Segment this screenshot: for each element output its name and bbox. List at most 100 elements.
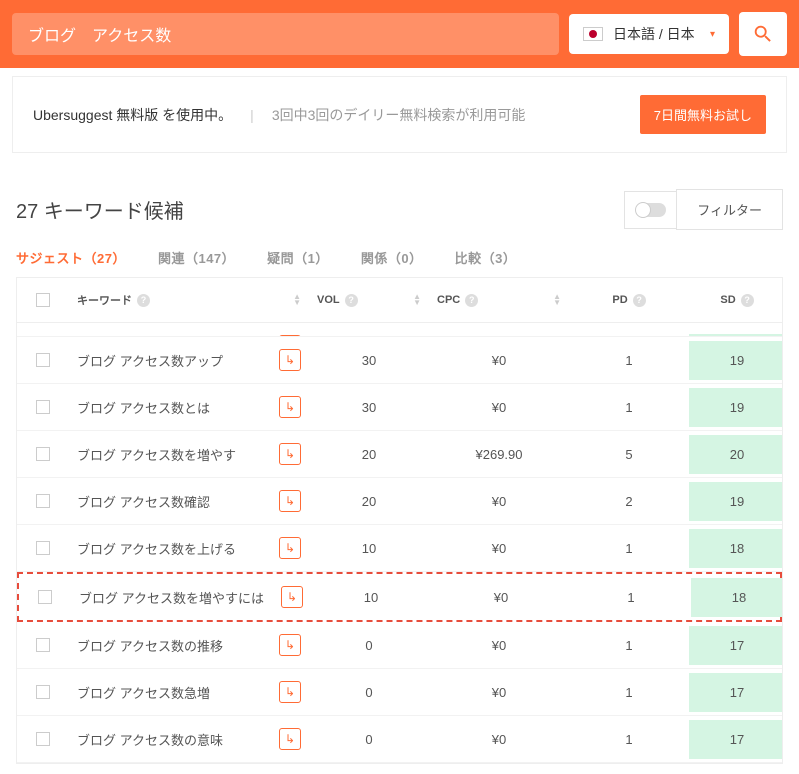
cell-pd: 1 <box>569 529 689 568</box>
row-checkbox[interactable] <box>36 541 50 555</box>
cell-keyword: ブログ アクセス数確認↳ <box>69 478 309 524</box>
row-checkbox[interactable] <box>36 494 50 508</box>
cell-vol: 30 <box>309 388 429 427</box>
cell-vol: 30 <box>309 341 429 380</box>
cell-pd: 5 <box>569 435 689 474</box>
table-row: ブログ アクセス数を増やす↳20¥269.90520 <box>17 431 782 478</box>
row-checkbox[interactable] <box>36 447 50 461</box>
divider: | <box>250 107 254 123</box>
cell-cpc: ¥0 <box>429 673 569 712</box>
keyword-search-input[interactable] <box>12 13 559 55</box>
japan-flag-icon <box>583 27 603 41</box>
cell-sd: 17 <box>689 673 782 712</box>
language-label: 日本語 / 日本 <box>613 24 695 44</box>
cell-sd: 18 <box>691 578 782 617</box>
cell-vol: 20 <box>309 435 429 474</box>
cell-pd: 1 <box>569 626 689 665</box>
cell-keyword: ブログ アクセス数を上げる↳ <box>69 525 309 571</box>
keyword-tabs: サジェスト（27）関連（147）疑問（1）関係（0）比較（3） <box>16 248 783 267</box>
expand-icon[interactable]: ↳ <box>279 490 301 512</box>
sort-icon: ▲▼ <box>293 294 301 306</box>
cell-sd: 18 <box>689 529 782 568</box>
select-all-checkbox[interactable] <box>36 293 50 307</box>
tab[interactable]: 関係（0） <box>361 248 451 267</box>
sort-icon: ▲▼ <box>413 294 421 306</box>
cell-sd: 19 <box>689 482 782 521</box>
cell-sd: 20 <box>689 435 782 474</box>
col-cpc[interactable]: CPC ? ▲▼ <box>429 280 569 321</box>
cell-pd: 1 <box>569 388 689 427</box>
tab[interactable]: 比較（3） <box>455 248 545 267</box>
expand-icon[interactable]: ↳ <box>279 681 301 703</box>
help-icon: ? <box>465 294 478 307</box>
product-status: Ubersuggest 無料版 を使用中。 <box>33 105 232 125</box>
cell-vol: 20 <box>309 482 429 521</box>
search-icon <box>752 23 774 45</box>
table-row: ブログ アクセス数急増↳0¥0117 <box>17 669 782 716</box>
row-checkbox[interactable] <box>36 732 50 746</box>
cell-cpc: ¥269.90 <box>429 435 569 474</box>
cell-pd: 2 <box>569 482 689 521</box>
col-keyword[interactable]: キーワード ? ▲▼ <box>69 278 309 322</box>
trial-button[interactable]: 7日間無料お試し <box>640 95 766 134</box>
cell-keyword: ブログ アクセス数を増やすには↳ <box>71 574 311 620</box>
cell-pd: 1 <box>569 673 689 712</box>
tab[interactable]: 関連（147） <box>158 248 263 267</box>
tab[interactable]: 疑問（1） <box>267 248 357 267</box>
search-button[interactable] <box>739 12 787 56</box>
row-checkbox[interactable] <box>36 685 50 699</box>
cell-sd: 19 <box>689 388 782 427</box>
usage-status: 3回中3回のデイリー無料検索が利用可能 <box>272 105 526 125</box>
cell-sd: 19 <box>689 341 782 380</box>
row-checkbox[interactable] <box>36 400 50 414</box>
cell-pd: 1 <box>569 341 689 380</box>
expand-icon[interactable]: ↳ <box>279 728 301 750</box>
cell-vol: 10 <box>309 529 429 568</box>
expand-icon[interactable]: ↳ <box>279 349 301 371</box>
col-pd[interactable]: PD ? <box>569 280 689 321</box>
page-title: 27 キーワード候補 <box>16 195 184 224</box>
cell-vol: 0 <box>309 720 429 759</box>
cell-cpc: ¥0 <box>429 626 569 665</box>
help-icon: ? <box>633 294 646 307</box>
cell-keyword: ブログ アクセス数の意味↳ <box>69 716 309 762</box>
cell-sd: 17 <box>689 626 782 665</box>
cell-keyword: ブログ アクセス数アップ↳ <box>69 337 309 383</box>
cell-cpc: ¥0 <box>431 578 571 617</box>
cell-vol: 10 <box>311 578 431 617</box>
table-row: ↳ <box>17 323 782 337</box>
table-header: キーワード ? ▲▼ VOL ? ▲▼ CPC ? ▲▼ PD ? SD ? <box>17 278 782 323</box>
table-row: ブログ アクセス数を上げる↳10¥0118 <box>17 525 782 572</box>
expand-icon[interactable]: ↳ <box>281 586 303 608</box>
cell-vol: 0 <box>309 673 429 712</box>
help-icon: ? <box>137 294 150 307</box>
col-vol[interactable]: VOL ? ▲▼ <box>309 280 429 321</box>
results-toggle[interactable] <box>624 191 676 229</box>
cell-keyword: ブログ アクセス数急増↳ <box>69 669 309 715</box>
row-checkbox[interactable] <box>36 353 50 367</box>
language-select[interactable]: 日本語 / 日本 ▾ <box>569 14 729 54</box>
cell-pd: 1 <box>569 720 689 759</box>
cell-cpc: ¥0 <box>429 529 569 568</box>
filter-button[interactable]: フィルター <box>676 189 783 230</box>
help-icon: ? <box>741 294 754 307</box>
expand-icon[interactable]: ↳ <box>279 634 301 656</box>
cell-cpc: ¥0 <box>429 482 569 521</box>
row-checkbox[interactable] <box>38 590 52 604</box>
cell-cpc: ¥0 <box>429 341 569 380</box>
help-icon: ? <box>345 294 358 307</box>
table-row: ブログ アクセス数の意味↳0¥0117 <box>17 716 782 763</box>
keyword-table: キーワード ? ▲▼ VOL ? ▲▼ CPC ? ▲▼ PD ? SD ? <box>16 277 783 764</box>
cell-cpc: ¥0 <box>429 720 569 759</box>
cell-keyword: ブログ アクセス数とは↳ <box>69 384 309 430</box>
search-bar: 日本語 / 日本 ▾ <box>0 0 799 68</box>
cell-sd: 17 <box>689 720 782 759</box>
row-checkbox[interactable] <box>36 638 50 652</box>
cell-keyword: ブログ アクセス数の推移↳ <box>69 622 309 668</box>
chevron-down-icon: ▾ <box>710 29 715 40</box>
expand-icon[interactable]: ↳ <box>279 443 301 465</box>
tab[interactable]: サジェスト（27） <box>16 248 154 267</box>
col-sd[interactable]: SD ? <box>689 280 785 321</box>
expand-icon[interactable]: ↳ <box>279 396 301 418</box>
expand-icon[interactable]: ↳ <box>279 537 301 559</box>
